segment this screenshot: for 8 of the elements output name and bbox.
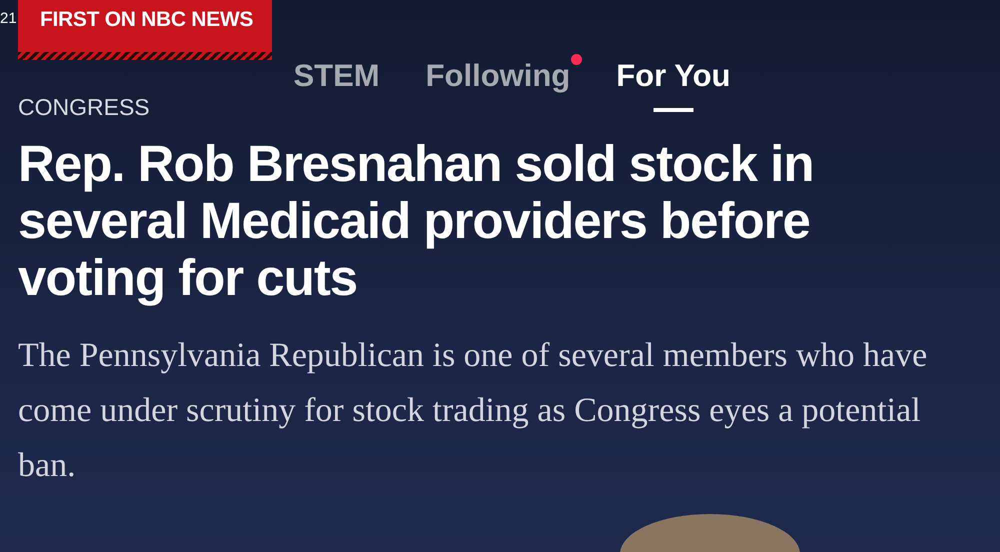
status-time: 21 [0,10,17,27]
feed-tab[interactable]: Following [426,58,570,112]
news-banner: FIRST ON NBC NEWS [18,0,272,60]
article-headline: Rep. Rob Bresnahan sold stock in several Medicaid providers before voting for cuts [18,135,814,306]
article-summary: The Pennsylvania Republican is one of several members who have come under scrutiny for stock trading as Congress eyes a potential ban. [18,336,928,486]
feed-tab[interactable]: For You [616,58,730,112]
section-label: CONGRESS [18,94,151,121]
feed-tab[interactable]: STEM [293,58,380,112]
